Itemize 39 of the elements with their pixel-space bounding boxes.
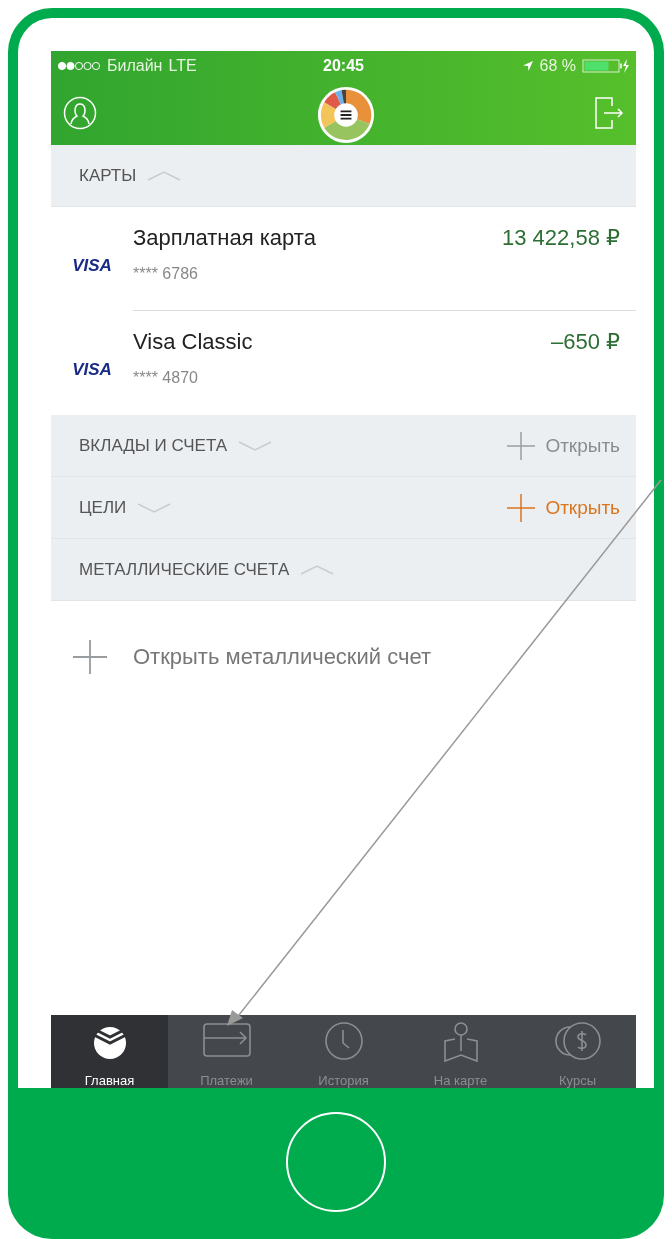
card-row[interactable]: VISA Зарплатная карта **** 6786 13 422,58 ₽ (51, 207, 636, 311)
battery-percent: 68 % (539, 56, 576, 75)
card-balance: 13 422,58 ₽ (502, 225, 620, 252)
chevron-icon (299, 563, 336, 576)
logout-icon[interactable] (594, 95, 624, 130)
section-title: МЕТАЛЛИЧЕСКИЕ СЧЕТА (79, 559, 290, 580)
card-number: **** 4870 (133, 369, 199, 387)
card-logo: VISA (71, 359, 113, 381)
section-header[interactable]: КАРТЫ (51, 145, 636, 207)
profile-icon[interactable] (63, 95, 97, 130)
signal-icon (57, 60, 101, 71)
card-name: Visa Classic (133, 329, 253, 355)
section-title: ВКЛАДЫ И СЧЕТА (79, 435, 228, 456)
plus-icon (73, 640, 107, 674)
chevron-icon (136, 501, 173, 514)
location-arrow-icon (521, 59, 534, 72)
section-header[interactable]: ВКЛАДЫ И СЧЕТА Открыть (51, 415, 636, 477)
plus-icon (507, 493, 536, 522)
status-time: 20:45 (323, 56, 364, 75)
card-name: Зарплатная карта (133, 225, 316, 251)
card-logo: VISA (71, 255, 113, 277)
menu-donut-icon[interactable] (316, 85, 375, 144)
card-balance: –650 ₽ (550, 329, 620, 356)
plus-icon (507, 431, 536, 460)
battery-icon (582, 58, 630, 73)
clock-icon (323, 1021, 364, 1061)
section-header[interactable]: ЦЕЛИ Открыть (51, 477, 636, 539)
network-type: LTE (168, 56, 197, 75)
card-row[interactable]: VISA Visa Classic **** 4870 –650 ₽ (51, 311, 636, 415)
coin-dollar-icon (553, 1021, 602, 1061)
home-button[interactable] (286, 1112, 386, 1212)
section-title: КАРТЫ (79, 165, 137, 186)
section-title: ЦЕЛИ (79, 497, 127, 518)
card-number: **** 6786 (133, 265, 199, 283)
chevron-icon (237, 439, 274, 452)
section-header[interactable]: МЕТАЛЛИЧЕСКИЕ СЧЕТА (51, 539, 636, 601)
chevron-icon (146, 169, 183, 182)
tab[interactable]: Главная (51, 1015, 168, 1088)
carrier-name: Билайн (107, 56, 163, 75)
